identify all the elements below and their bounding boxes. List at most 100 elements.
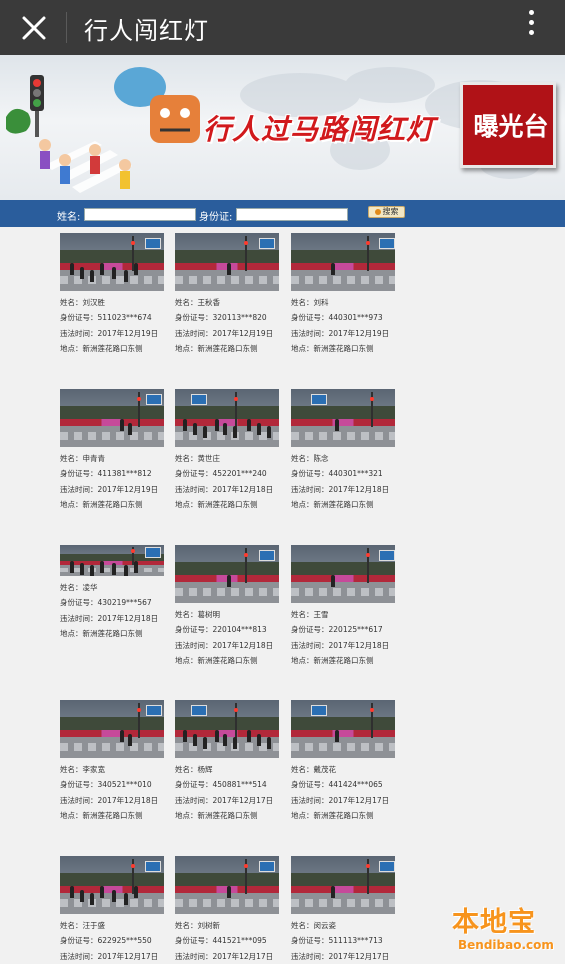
record-info: 姓名：王秋香 身份证号：320113***820 违法时间：2017年12月19日地… [175,295,287,356]
record-card[interactable]: 姓名：汪于盛身份证号：622925***550 违法时间：2017年12月17日 [60,856,172,964]
violation-photo[interactable] [60,233,164,291]
search-button-label: 搜索 [382,207,399,216]
violation-photo[interactable] [60,389,164,447]
id-label: 身份证: [199,212,233,223]
close-icon [22,16,46,40]
record-info: 姓名：汪于盛身份证号：622925***550 违法时间：2017年12月17日 [60,918,172,964]
record-id-number: 身份证号：511113***713 [291,936,383,946]
record-id-number: 身份证号：622925***550 [60,936,152,946]
id-input[interactable] [236,208,348,221]
record-violation-time: 违法时间：2017年12月17日 [175,951,274,961]
record-name: 姓名：刘汉胜 [60,298,105,307]
record-info: 姓名：李家宽 身份证号：340521***010 违法时间：2017年12月18日地… [60,762,172,823]
record-name: 姓名：申青青 [60,454,105,463]
record-name: 姓名：刘科 [291,298,329,307]
more-button[interactable] [517,8,547,48]
record-card[interactable]: 姓名：申青青 身份证号：411381***812 违法时间：2017年12月19日地… [60,389,172,512]
record-info: 姓名：葛树明 身份证号：220104***813 违法时间：2017年12月18日地… [175,607,287,668]
record-violation-time: 违法时间：2017年12月17日 [60,951,159,961]
record-violation-time: 违法时间：2017年12月17日 [175,795,274,805]
record-info: 姓名：刘树新身份证号：441521***095 违法时间：2017年12月17日 [175,918,287,964]
violation-photo[interactable] [175,856,279,914]
violation-photo[interactable] [291,545,395,603]
violation-photo[interactable] [291,856,395,914]
record-info: 姓名：刘科 身份证号：440301***973 违法时间：2017年12月19日 地点… [291,295,403,356]
record-violation-time: 违法时间：2017年12月19日 [60,328,159,338]
record-location: 地点：新洲莲花路口东侧 [175,343,258,353]
record-id-number: 身份证号：411381***812 [60,469,152,479]
record-card[interactable]: 姓名：葛树明 身份证号：220104***813 违法时间：2017年12月18日地… [175,545,287,668]
name-label: 姓名: [57,212,81,223]
banner-title: 行人过马路闯红灯 [203,113,436,146]
record-card[interactable]: 姓名：黄世庄 身份证号：452201***240 违法时间：2017年12月18日地… [175,389,287,512]
violation-photo[interactable] [291,700,395,758]
record-location: 地点：新洲莲花路口东侧 [291,810,374,820]
record-name: 姓名：黄世庄 [175,454,220,463]
record-id-number: 身份证号：430219***567 [60,598,152,608]
record-name: 姓名：葛树明 [175,610,220,619]
name-input[interactable] [84,208,196,221]
record-location: 地点：新洲莲花路口东侧 [291,343,374,353]
record-card[interactable]: 姓名：刘树新身份证号：441521***095 违法时间：2017年12月17日 [175,856,287,964]
record-card[interactable]: 姓名：李家宽 身份证号：340521***010 违法时间：2017年12月18日地… [60,700,172,823]
record-info: 姓名：陈念 身份证号：440301***321 违法时间：2017年12月18日 地点… [291,451,403,512]
record-name: 姓名：陈念 [291,454,329,463]
record-card[interactable]: 姓名：杨辉 身份证号：450881***514 违法时间：2017年12月17日 地点… [175,700,287,823]
violation-photo[interactable] [60,545,164,576]
record-name: 姓名：汪于盛 [60,921,105,930]
violation-photo[interactable] [60,856,164,914]
record-location: 地点：新洲莲花路口东侧 [291,499,374,509]
expose-badge: 曝光台 [460,82,556,168]
title-bar: 行人闯红灯 [0,0,565,55]
record-id-number: 身份证号：220104***813 [175,625,267,635]
record-card[interactable]: 姓名：王秋香 身份证号：320113***820 违法时间：2017年12月19日地… [175,233,287,356]
record-card[interactable]: 姓名：刘汉胜身份证号：511023***674 违法时间：2017年12月19日地… [60,233,172,356]
banner: 行人过马路闯红灯 曝光台 [0,55,565,200]
record-card[interactable]: 姓名：凌华身份证号：430219***567 违法时间：2017年12月18日 地点… [60,545,172,641]
record-id-number: 身份证号：220125***617 [291,625,383,635]
record-card[interactable]: 姓名：戴茂花 身份证号：441424***065 违法时间：2017年12月17日地… [291,700,403,823]
violation-photo[interactable] [291,389,395,447]
pedestrian-cartoon-illustration [6,67,200,193]
record-info: 姓名：刘汉胜身份证号：511023***674 违法时间：2017年12月19日地… [60,295,172,356]
search-bar: 姓名: 身份证: 搜索 [0,200,565,227]
record-location: 地点：新洲莲花路口东侧 [175,810,258,820]
page-title: 行人闯红灯 [84,17,209,45]
record-location: 地点：新洲莲花路口东侧 [175,499,258,509]
search-icon [374,209,381,215]
record-id-number: 身份证号：340521***010 [60,780,152,790]
record-card[interactable]: 姓名：闵云姿 身份证号：511113***713 违法时间：2017年12月17日 [291,856,403,964]
record-card[interactable]: 姓名：陈念 身份证号：440301***321 违法时间：2017年12月18日 地点… [291,389,403,512]
record-violation-time: 违法时间：2017年12月18日 [60,795,159,805]
record-name: 姓名：刘树新 [175,921,220,930]
violation-photo[interactable] [60,700,164,758]
record-info: 姓名：王雪 身份证号：220125***617 违法时间：2017年12月18日 地点… [291,607,403,668]
record-name: 姓名：李家宽 [60,765,105,774]
record-name: 姓名：杨辉 [175,765,213,774]
record-violation-time: 违法时间：2017年12月18日 [60,613,159,623]
violation-photo[interactable] [291,233,395,291]
record-violation-time: 违法时间：2017年12月18日 [175,484,274,494]
record-violation-time: 违法时间：2017年12月18日 [291,484,390,494]
record-location: 地点：新洲莲花路口东侧 [175,655,258,665]
close-button[interactable] [14,8,54,48]
record-location: 地点：新洲莲花路口东侧 [60,628,143,638]
violation-photo[interactable] [175,545,279,603]
violation-photo[interactable] [175,389,279,447]
record-id-number: 身份证号：441521***095 [175,936,267,946]
record-info: 姓名：凌华身份证号：430219***567 违法时间：2017年12月18日 地点… [60,580,172,641]
record-id-number: 身份证号：511023***674 [60,313,152,323]
record-info: 姓名：杨辉 身份证号：450881***514 违法时间：2017年12月17日 地点… [175,762,287,823]
watermark-logo-text: 本地宝 [452,907,536,938]
record-id-number: 身份证号：320113***820 [175,313,267,323]
violation-photo[interactable] [175,233,279,291]
record-violation-time: 违法时间：2017年12月19日 [60,484,159,494]
violation-photo[interactable] [175,700,279,758]
record-card[interactable]: 姓名：王雪 身份证号：220125***617 违法时间：2017年12月18日 地点… [291,545,403,668]
search-button[interactable]: 搜索 [368,206,405,218]
bendibao-watermark: 本地宝 Bendibao.com [448,900,560,956]
record-location: 地点：新洲莲花路口东侧 [60,343,143,353]
record-card[interactable]: 姓名：刘科 身份证号：440301***973 违法时间：2017年12月19日 地点… [291,233,403,356]
title-divider [66,12,67,43]
record-name: 姓名：凌华 [60,583,98,592]
